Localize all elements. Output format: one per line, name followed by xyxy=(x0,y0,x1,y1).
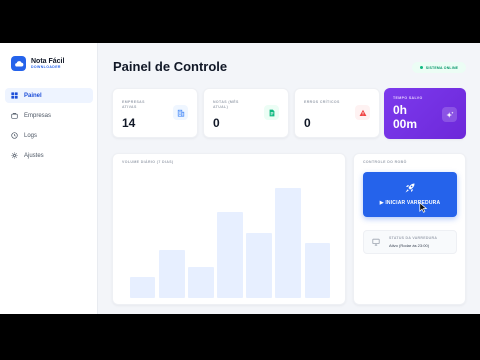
sidebar-item-painel[interactable]: Painel xyxy=(5,88,93,103)
monitor-icon xyxy=(372,238,380,246)
stat-value: 0 xyxy=(304,116,311,130)
sidebar-item-logs[interactable]: Logs xyxy=(5,128,93,143)
sidebar-item-label: Logs xyxy=(24,132,38,139)
stat-value: 14 xyxy=(122,116,136,130)
warning-icon xyxy=(355,105,370,120)
sidebar-item-label: Empresas xyxy=(24,112,52,119)
page-title: Painel de Controle xyxy=(113,59,228,74)
briefcase-icon xyxy=(11,113,18,119)
chart-bar xyxy=(246,232,272,298)
status-badge-label: SISTEMA ONLINE xyxy=(425,65,459,70)
sidebar-item-label: Ajustes xyxy=(24,152,44,159)
chart-bar xyxy=(158,249,185,298)
chart-bar xyxy=(129,277,156,298)
stat-label: EMPRESAS ATIVAS xyxy=(122,100,145,109)
mouse-cursor-icon xyxy=(419,202,428,213)
bar-chart xyxy=(113,154,345,304)
chart-bar xyxy=(304,242,331,298)
stat-label: TEMPO SALVO xyxy=(393,96,423,100)
chart-bar xyxy=(275,187,302,298)
document-icon xyxy=(264,105,279,120)
sidebar-item-ajustes[interactable]: Ajustes xyxy=(5,148,93,163)
cloud-download-icon xyxy=(11,56,26,71)
chart-bar xyxy=(217,211,243,298)
rocket-icon xyxy=(405,183,415,193)
grid-icon xyxy=(11,92,18,99)
sparkle-icon xyxy=(442,107,457,122)
time-saved-minutes: 00m xyxy=(393,116,418,131)
stat-card-erros: ERROS CRÍTICOS 0 xyxy=(294,88,380,138)
start-scan-button[interactable]: ▶ INICIAR VARREDURA xyxy=(363,172,457,217)
control-card: CONTROLE DO ROBÔ ▶ INICIAR VARREDURA STA… xyxy=(353,153,466,305)
time-saved-value: 0h 00m xyxy=(393,103,418,132)
history-icon xyxy=(11,132,18,139)
brand-subtitle: DOWNLOADER xyxy=(31,65,61,69)
start-scan-label: ▶ INICIAR VARREDURA xyxy=(379,200,441,206)
stat-label: NOTAS (MÊS ATUAL) xyxy=(213,100,239,109)
gear-icon xyxy=(11,152,18,159)
sidebar-nav: Painel Empresas Logs Ajustes xyxy=(5,88,93,168)
stat-value: 0 xyxy=(213,116,220,130)
scan-status-title: STATUS DA VARREDURA xyxy=(389,236,438,240)
chart-bar xyxy=(188,267,214,298)
building-icon xyxy=(173,105,188,120)
sidebar: Nota Fácil DOWNLOADER Painel Empresas Lo… xyxy=(0,43,98,314)
chart-card: VOLUME DIÁRIO (7 DIAS) xyxy=(112,153,346,305)
sidebar-item-empresas[interactable]: Empresas xyxy=(5,108,93,123)
time-saved-hours: 0h xyxy=(393,103,408,117)
stat-card-empresas: EMPRESAS ATIVAS 14 xyxy=(112,88,198,138)
app-window: Nota Fácil DOWNLOADER Painel Empresas Lo… xyxy=(0,43,480,314)
sidebar-item-label: Painel xyxy=(24,92,42,99)
control-title: CONTROLE DO ROBÔ xyxy=(363,160,407,164)
brand: Nota Fácil DOWNLOADER xyxy=(11,56,64,71)
brand-name: Nota Fácil xyxy=(31,57,65,65)
stat-label: ERROS CRÍTICOS xyxy=(304,100,340,104)
scan-status-box: STATUS DA VARREDURA Ativo (Rodar às 23:0… xyxy=(363,230,457,254)
status-badge: SISTEMA ONLINE xyxy=(412,62,466,73)
stat-card-tempo-salvo: TEMPO SALVO 0h 00m xyxy=(384,88,466,139)
stat-card-notas: NOTAS (MÊS ATUAL) 0 xyxy=(203,88,289,138)
scan-status-text: Ativo (Rodar às 23:00) xyxy=(389,243,430,248)
status-dot-icon xyxy=(419,66,423,69)
